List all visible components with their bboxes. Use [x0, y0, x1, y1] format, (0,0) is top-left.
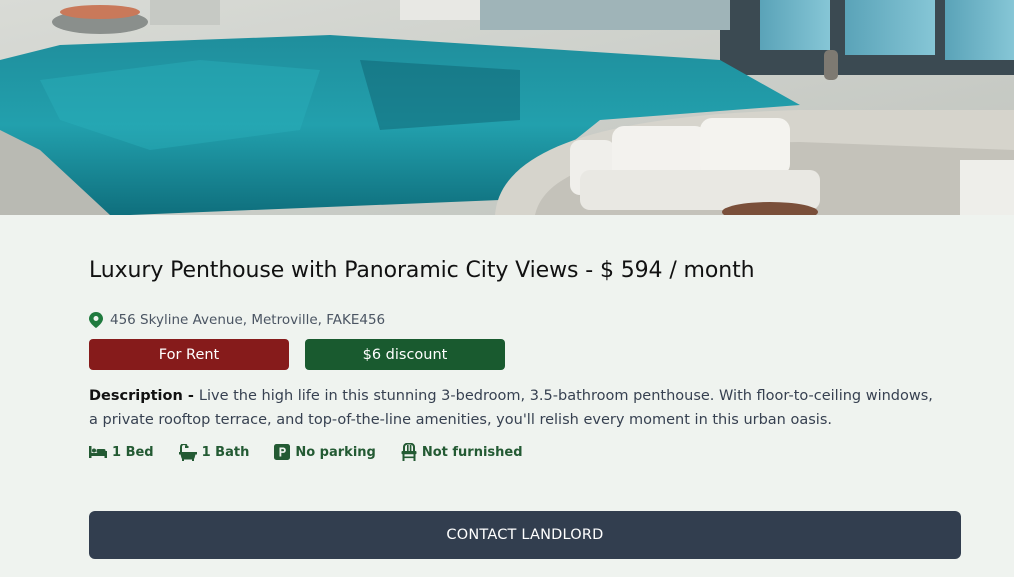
address-text: 456 Skyline Avenue, Metroville, FAKE456	[110, 312, 386, 328]
feature-parking-label: No parking	[295, 444, 376, 460]
feature-furnished-label: Not furnished	[421, 444, 523, 460]
feature-list: 1 Bed 1 Bath No parking Not furnished	[89, 443, 523, 461]
for-rent-badge: For Rent	[89, 339, 289, 370]
parking-icon	[274, 444, 291, 460]
chair-icon	[401, 443, 417, 461]
feature-bed: 1 Bed	[89, 443, 154, 461]
feature-bed-label: 1 Bed	[112, 444, 154, 460]
feature-bath-label: 1 Bath	[201, 444, 250, 460]
feature-furnished: Not furnished	[401, 443, 523, 461]
listing-description: Description - Live the high life in this…	[89, 384, 934, 432]
feature-bath: 1 Bath	[178, 443, 250, 461]
contact-landlord-button[interactable]: CONTACT LANDLORD	[89, 511, 961, 559]
description-label: Description -	[89, 388, 199, 404]
listing-photo	[0, 0, 1014, 215]
feature-parking: No parking	[274, 443, 376, 461]
bath-icon	[178, 443, 197, 461]
discount-badge: $6 discount	[305, 339, 505, 370]
badge-row: For Rent $6 discount	[89, 339, 505, 370]
bed-icon	[89, 445, 107, 459]
description-text: Live the high life in this stunning 3-be…	[89, 388, 933, 428]
listing-address: 456 Skyline Avenue, Metroville, FAKE456	[89, 312, 385, 328]
listing-title: Luxury Penthouse with Panoramic City Vie…	[89, 258, 755, 283]
map-pin-icon	[89, 312, 103, 328]
